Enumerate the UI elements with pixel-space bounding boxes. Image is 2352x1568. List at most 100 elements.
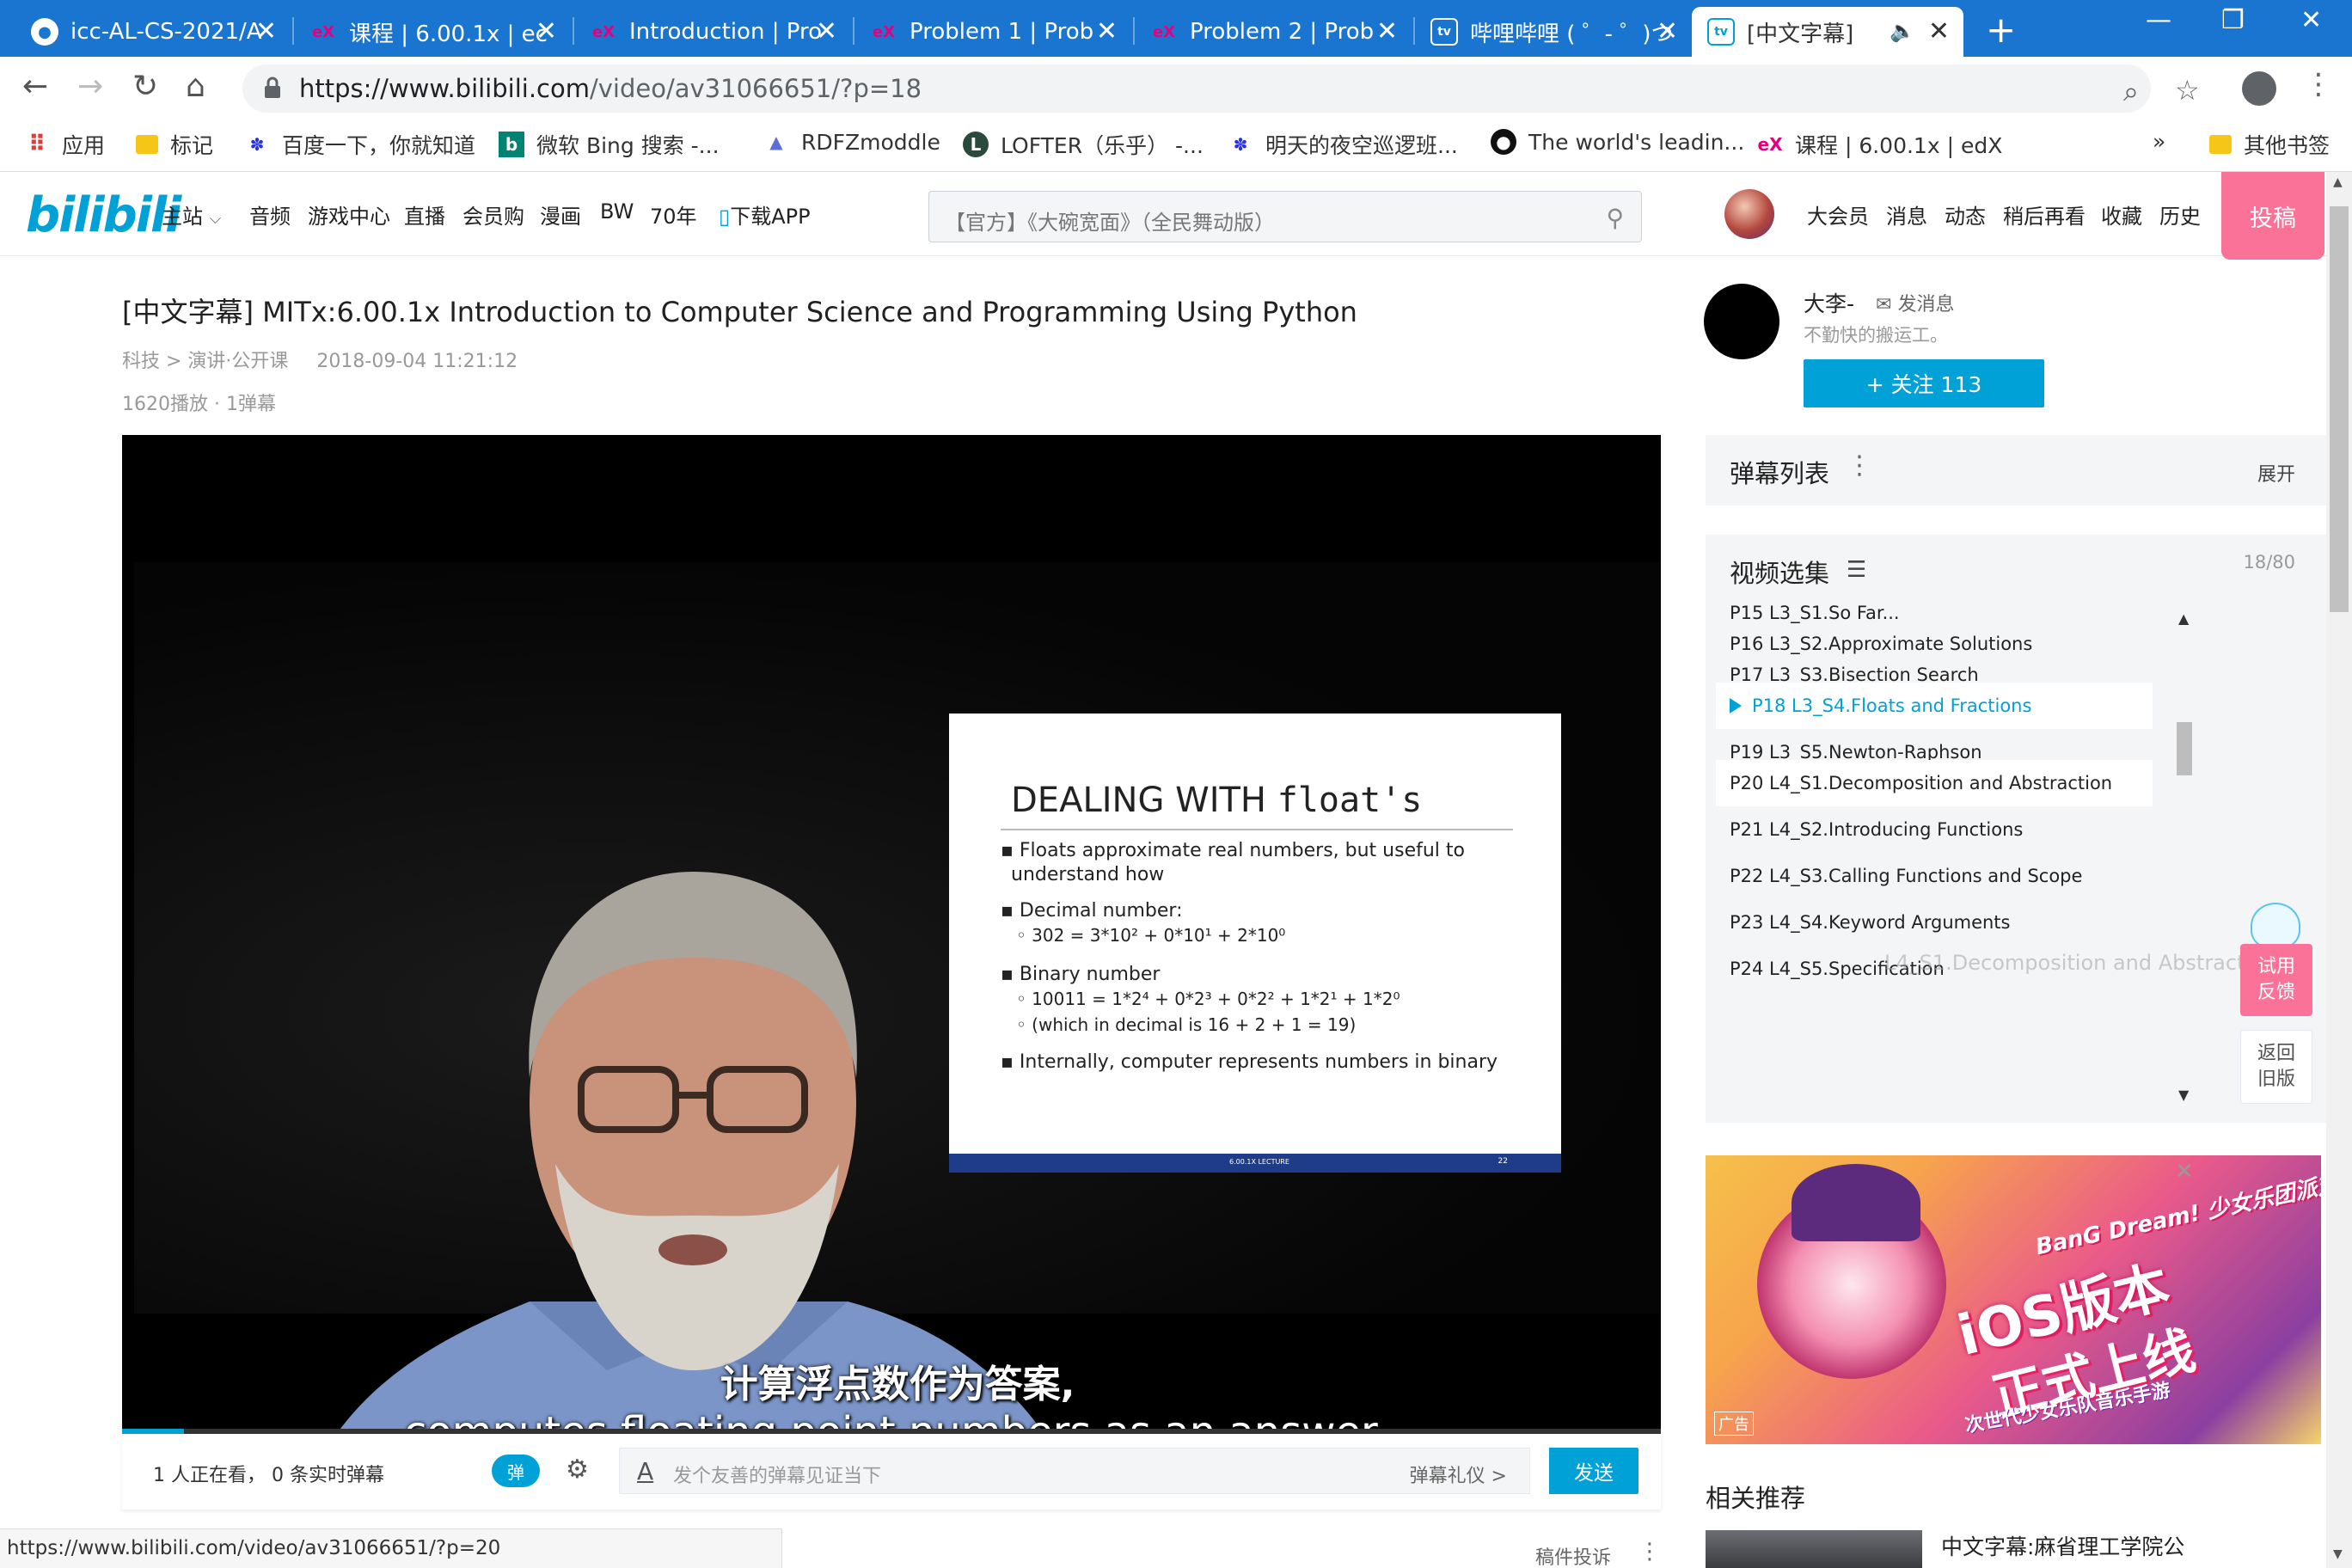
window-close-icon[interactable]: ✕ xyxy=(2300,5,2322,35)
tab-bilibili-home[interactable]: tv 哔哩哔哩 ( ゜- ゜)つ ✕ xyxy=(1415,7,1692,57)
playlist-item-hover[interactable]: P20 L4_S1.Decomposition and Abstraction xyxy=(1716,760,2153,806)
scroll-down-arrow-icon[interactable]: ▼ xyxy=(2178,1087,2189,1103)
old-version-button[interactable]: 返回旧版 xyxy=(2240,1030,2312,1104)
related-thumbnail[interactable] xyxy=(1706,1530,1922,1568)
playlist-scrollbar[interactable]: ▲ ▼ xyxy=(2175,610,2194,1118)
restore-icon[interactable]: ❐ xyxy=(2221,5,2245,35)
nav-audio[interactable]: 音频 xyxy=(249,199,291,230)
user-avatar[interactable] xyxy=(1724,189,1774,239)
tab-edx-course[interactable]: eX 课程 | 6.00.1x | ec ✕ xyxy=(294,7,571,57)
bookmark-other[interactable]: 其他书签 xyxy=(2209,129,2330,160)
home-icon[interactable]: ⌂ xyxy=(186,69,205,104)
mascot-icon xyxy=(2251,903,2300,949)
slide-heading: DEALING WITH float's xyxy=(1011,781,1422,820)
nav-dynamics[interactable]: 动态 xyxy=(1945,199,1986,230)
danmaku-etiquette-link[interactable]: 弹幕礼仪 > xyxy=(1410,1461,1507,1488)
close-icon[interactable]: ✕ xyxy=(2175,1159,2194,1185)
nav-watch-later[interactable]: 稍后再看 xyxy=(2003,199,2086,230)
bookmark-night-sky[interactable]: ✽ 明天的夜空巡逻班... xyxy=(1228,129,1458,160)
feedback-button[interactable]: 试用反馈 xyxy=(2240,944,2312,1016)
close-icon[interactable]: ✕ xyxy=(1928,16,1950,46)
list-icon[interactable]: ☰ xyxy=(1847,557,1866,583)
bookmark-apps[interactable]: ⠿ 应用 xyxy=(24,129,105,160)
nav-bw[interactable]: BW xyxy=(600,199,634,224)
page-scrollbar-thumb[interactable] xyxy=(2330,206,2349,612)
tab-edx-introduction[interactable]: eX Introduction | Pro ✕ xyxy=(574,7,851,57)
report-link[interactable]: 稿件投诉 xyxy=(1535,1542,1611,1568)
forward-arrow-icon[interactable]: → xyxy=(77,69,103,104)
bookmarks-overflow[interactable]: » xyxy=(2153,129,2165,154)
speaker-icon: 🔈 xyxy=(1890,19,1915,43)
back-arrow-icon[interactable]: ← xyxy=(22,69,48,104)
uploader-name[interactable]: 大李- xyxy=(1804,287,1854,318)
nav-game-center[interactable]: 游戏中心 xyxy=(308,199,390,230)
reload-icon[interactable]: ↻ xyxy=(132,69,158,104)
star-icon[interactable]: ☆ xyxy=(2175,74,2200,107)
danmaku-list-expand[interactable]: 展开 xyxy=(2257,459,2295,487)
address-bar[interactable]: https://www.bilibili.com/video/av3106665… xyxy=(242,64,2151,113)
text-style-icon[interactable]: A xyxy=(637,1457,653,1485)
bookmark-github[interactable]: ● The world's leadin... xyxy=(1491,129,1744,155)
bookmark-rdfzmoddle[interactable]: ▲ RDFZmoddle xyxy=(763,129,940,155)
close-icon[interactable]: ✕ xyxy=(816,16,837,46)
page-scrollbar[interactable]: ▲ ▼ xyxy=(2326,172,2352,1568)
bookmark-lofter[interactable]: L LOFTER（乐乎） -... xyxy=(963,129,1204,160)
video-frame: DEALING WITH float's ▪ Floats approximat… xyxy=(134,562,1661,1434)
related-item-title[interactable]: 中文字幕:麻省理工学院公 xyxy=(1941,1530,2184,1561)
video-player[interactable]: DEALING WITH float's ▪ Floats approximat… xyxy=(122,435,1661,1434)
scroll-down-arrow-icon[interactable]: ▼ xyxy=(2333,1547,2343,1561)
close-icon[interactable]: ✕ xyxy=(536,16,557,46)
bookmark-bing[interactable]: b 微软 Bing 搜索 -... xyxy=(499,129,720,160)
danmaku-settings-icon[interactable]: ⚙ xyxy=(566,1455,589,1485)
close-icon[interactable]: ✕ xyxy=(1376,16,1398,46)
playlist-item-active[interactable]: P18 L3_S4.Floats and Fractions xyxy=(1716,683,2153,729)
danmaku-toggle[interactable]: 弹 xyxy=(492,1455,540,1487)
playlist-item[interactable]: P21 L4_S2.Introducing Functions xyxy=(1716,806,2153,853)
nav-live[interactable]: 直播 xyxy=(404,199,445,230)
nav-70-years[interactable]: 70年 xyxy=(650,199,697,230)
browser-menu-icon[interactable]: ⋮ xyxy=(2304,67,2333,101)
advertisement-banner[interactable]: BanG Dream! 少女乐团派对! iOS版本 正式上线 次世代少女乐队音乐… xyxy=(1706,1155,2321,1444)
nav-history[interactable]: 历史 xyxy=(2159,199,2201,230)
video-category-breadcrumb[interactable]: 科技 > 演讲·公开课 xyxy=(122,351,288,372)
tab-edx-problem-2[interactable]: eX Problem 2 | Prob ✕ xyxy=(1135,7,1412,57)
danmaku-input[interactable]: A 发个友善的弹幕见证当下 弹幕礼仪 > xyxy=(619,1448,1530,1494)
nav-manga[interactable]: 漫画 xyxy=(540,199,581,230)
follow-button[interactable]: + 关注 113 xyxy=(1804,359,2044,407)
tab-bilibili-video-active[interactable]: tv [中文字幕] 🔈 ✕ xyxy=(1692,7,1963,57)
more-vertical-icon[interactable]: ⋮ xyxy=(1638,1539,1661,1565)
bilibili-logo[interactable]: bilibili xyxy=(26,187,181,243)
site-search-input[interactable]: 【官方】《大碗宽面》（全民舞动版） ⚲ xyxy=(928,191,1642,242)
bookmark-marks[interactable]: 标记 xyxy=(136,129,213,160)
nav-main-site[interactable]: 主站 ⌵ xyxy=(162,199,221,230)
danmaku-placeholder: 发个友善的弹幕见证当下 xyxy=(673,1466,882,1487)
close-icon[interactable]: ✕ xyxy=(255,16,277,46)
minimize-icon[interactable]: — xyxy=(2146,5,2171,35)
nav-vip[interactable]: 大会员 xyxy=(1807,199,1869,230)
send-message-link[interactable]: ✉ 发消息 xyxy=(1876,289,1954,316)
close-icon[interactable]: ✕ xyxy=(1657,16,1678,46)
danmaku-send-button[interactable]: 发送 xyxy=(1549,1448,1638,1494)
nav-favorites[interactable]: 收藏 xyxy=(2101,199,2142,230)
account-avatar-icon[interactable] xyxy=(2242,71,2276,106)
nav-download-app[interactable]: ▯下载APP xyxy=(719,199,811,230)
bookmark-edx[interactable]: eX 课程 | 6.00.1x | edX xyxy=(1757,129,2003,160)
more-vertical-icon[interactable]: ⋮ xyxy=(1847,450,1872,481)
nav-messages[interactable]: 消息 xyxy=(1886,199,1927,230)
tab-github[interactable]: ● icc-AL-CS-2021/A ✕ xyxy=(15,7,291,57)
uploader-avatar[interactable] xyxy=(1704,284,1779,359)
bookmark-baidu[interactable]: ✽ 百度一下，你就知道 xyxy=(244,129,475,160)
upload-button[interactable]: 投稿 xyxy=(2221,172,2324,260)
envelope-icon: ✉ xyxy=(1876,294,1892,315)
search-icon[interactable]: ⚲ xyxy=(1606,204,1624,232)
playlist-item[interactable]: P23 L4_S4.Keyword Arguments xyxy=(1716,899,2153,946)
playlist-scrollbar-thumb[interactable] xyxy=(2177,722,2192,775)
new-tab-button[interactable]: + xyxy=(1986,9,2016,51)
nav-member-shop[interactable]: 会员购 xyxy=(462,199,524,230)
tab-edx-problem-1[interactable]: eX Problem 1 | Prob ✕ xyxy=(854,7,1131,57)
scroll-up-arrow-icon[interactable]: ▲ xyxy=(2178,610,2189,627)
zoom-icon[interactable]: ⌕ xyxy=(2123,75,2139,108)
close-icon[interactable]: ✕ xyxy=(1096,16,1118,46)
scroll-up-arrow-icon[interactable]: ▲ xyxy=(2333,175,2343,189)
playlist-item[interactable]: P22 L4_S3.Calling Functions and Scope xyxy=(1716,853,2153,899)
